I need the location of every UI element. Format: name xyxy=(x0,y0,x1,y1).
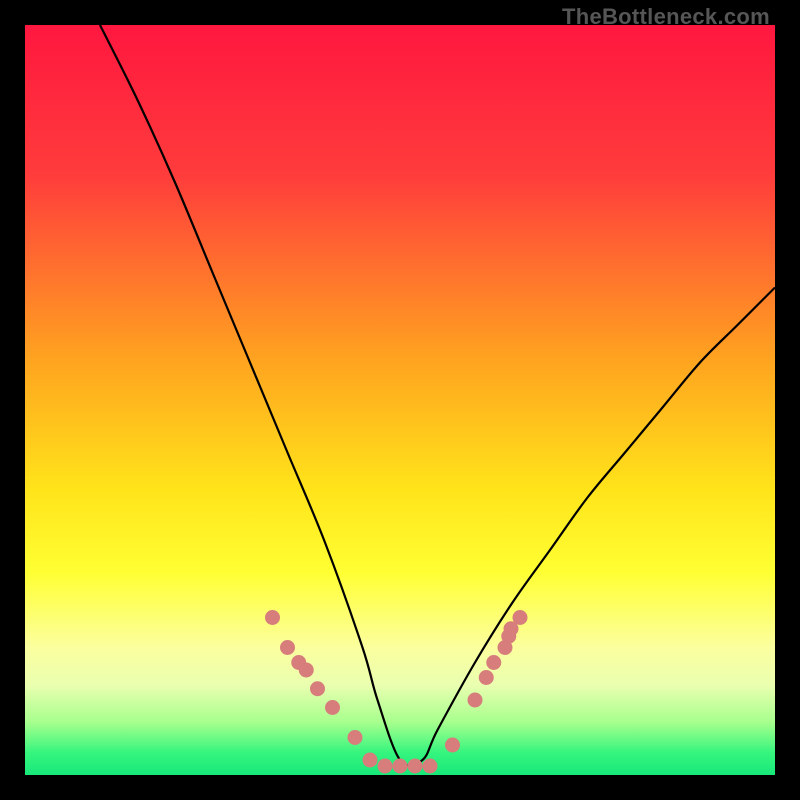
marker-dot xyxy=(348,730,363,745)
marker-dot xyxy=(513,610,528,625)
marker-dot xyxy=(280,640,295,655)
marker-dot xyxy=(445,738,460,753)
bottleneck-chart xyxy=(25,25,775,775)
marker-dot xyxy=(310,681,325,696)
marker-dot xyxy=(408,759,423,774)
marker-dot xyxy=(325,700,340,715)
marker-dot xyxy=(265,610,280,625)
marker-dot xyxy=(363,753,378,768)
marker-dot xyxy=(393,759,408,774)
marker-dot xyxy=(486,655,501,670)
chart-frame xyxy=(25,25,775,775)
marker-dot xyxy=(468,693,483,708)
marker-dot xyxy=(378,759,393,774)
marker-dot xyxy=(299,663,314,678)
gradient-background xyxy=(25,25,775,775)
marker-dot xyxy=(479,670,494,685)
marker-dot xyxy=(423,759,438,774)
watermark-text: TheBottleneck.com xyxy=(562,4,770,30)
